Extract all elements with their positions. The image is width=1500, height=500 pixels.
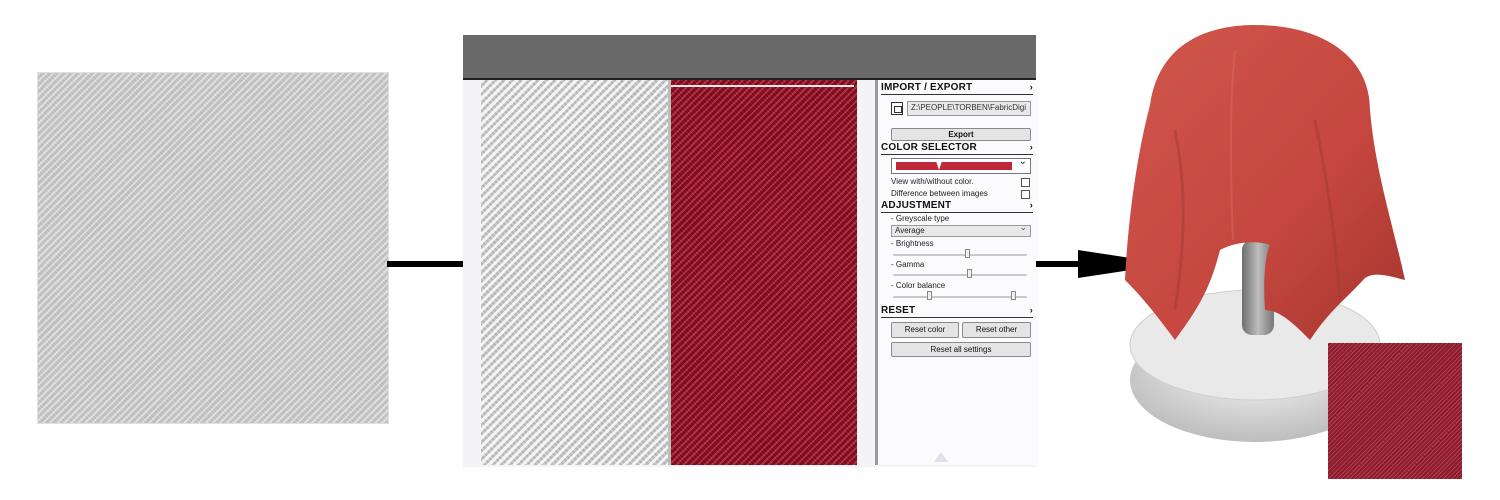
viewport-top-highlight — [671, 85, 854, 87]
chevron-down-icon: ⌄ — [1019, 222, 1027, 232]
app-titlebar[interactable] — [463, 35, 1036, 78]
difference-checkbox[interactable] — [1021, 190, 1030, 199]
color-selector-header[interactable]: COLOR SELECTOR › — [881, 142, 1033, 155]
view-with-without-label: View with/without color. — [891, 177, 974, 186]
gamma-label: - Gamma — [891, 260, 925, 269]
color-selector-title: COLOR SELECTOR — [881, 142, 977, 153]
reset-all-button[interactable]: Reset all settings — [891, 342, 1031, 357]
chevron-right-icon: › — [1029, 305, 1033, 315]
import-export-title: IMPORT / EXPORT — [881, 82, 973, 93]
original-image-viewport[interactable] — [481, 80, 668, 465]
brightness-slider-track[interactable] — [893, 254, 1027, 256]
adjustment-title: ADJUSTMENT — [881, 200, 952, 211]
adjustment-header[interactable]: ADJUSTMENT › — [881, 200, 1033, 213]
export-button-label: Export — [948, 130, 974, 139]
export-path-value: Z:\PEOPLE\TORBEN\FabricDigi — [911, 103, 1026, 112]
reset-title: RESET — [881, 305, 916, 316]
color-balance-slider-track[interactable] — [893, 296, 1027, 298]
color-balance-min-thumb[interactable] — [927, 291, 932, 300]
color-balance-label: - Color balance — [891, 281, 946, 290]
color-select-dropdown[interactable]: ⌄ — [891, 156, 1031, 174]
reset-other-label: Reset other — [975, 325, 1018, 334]
gamma-slider-track[interactable] — [893, 274, 1027, 276]
swatch-marker — [936, 161, 942, 170]
brightness-label: - Brightness — [891, 239, 934, 248]
input-connector-line — [387, 261, 463, 267]
render-texture-swatch — [1328, 343, 1462, 479]
chevron-right-icon: › — [1029, 200, 1033, 210]
reset-other-button[interactable]: Reset other — [962, 322, 1031, 338]
export-button[interactable]: Export — [891, 128, 1031, 141]
import-export-header[interactable]: IMPORT / EXPORT › — [881, 82, 1033, 95]
greyscale-type-select[interactable]: Average ⌄ — [891, 222, 1031, 237]
greyscale-type-value: Average — [895, 226, 925, 235]
reset-header[interactable]: RESET › — [881, 305, 1033, 318]
view-with-without-checkbox[interactable] — [1021, 178, 1030, 187]
reset-color-label: Reset color — [904, 325, 946, 334]
color-balance-max-thumb[interactable] — [1011, 291, 1016, 300]
difference-label: Difference between images — [891, 189, 988, 198]
gamma-slider-thumb[interactable] — [967, 269, 972, 278]
chevron-right-icon: › — [1029, 142, 1033, 152]
colored-image-viewport[interactable] — [671, 80, 857, 465]
reset-all-label: Reset all settings — [930, 345, 992, 354]
color-swatch — [896, 162, 1012, 170]
brightness-slider-thumb[interactable] — [965, 249, 970, 258]
greyscale-type-label: - Greyscale type — [891, 214, 950, 223]
resize-grip-icon[interactable] — [934, 452, 948, 462]
export-path-field[interactable]: Z:\PEOPLE\TORBEN\FabricDigi — [907, 101, 1031, 116]
reset-color-button[interactable]: Reset color — [891, 322, 959, 338]
red-cloth — [1125, 25, 1405, 340]
input-fabric-texture — [37, 72, 389, 424]
chevron-down-icon: ⌄ — [1018, 156, 1027, 167]
chevron-right-icon: › — [1029, 82, 1033, 92]
folder-icon[interactable] — [891, 102, 903, 115]
